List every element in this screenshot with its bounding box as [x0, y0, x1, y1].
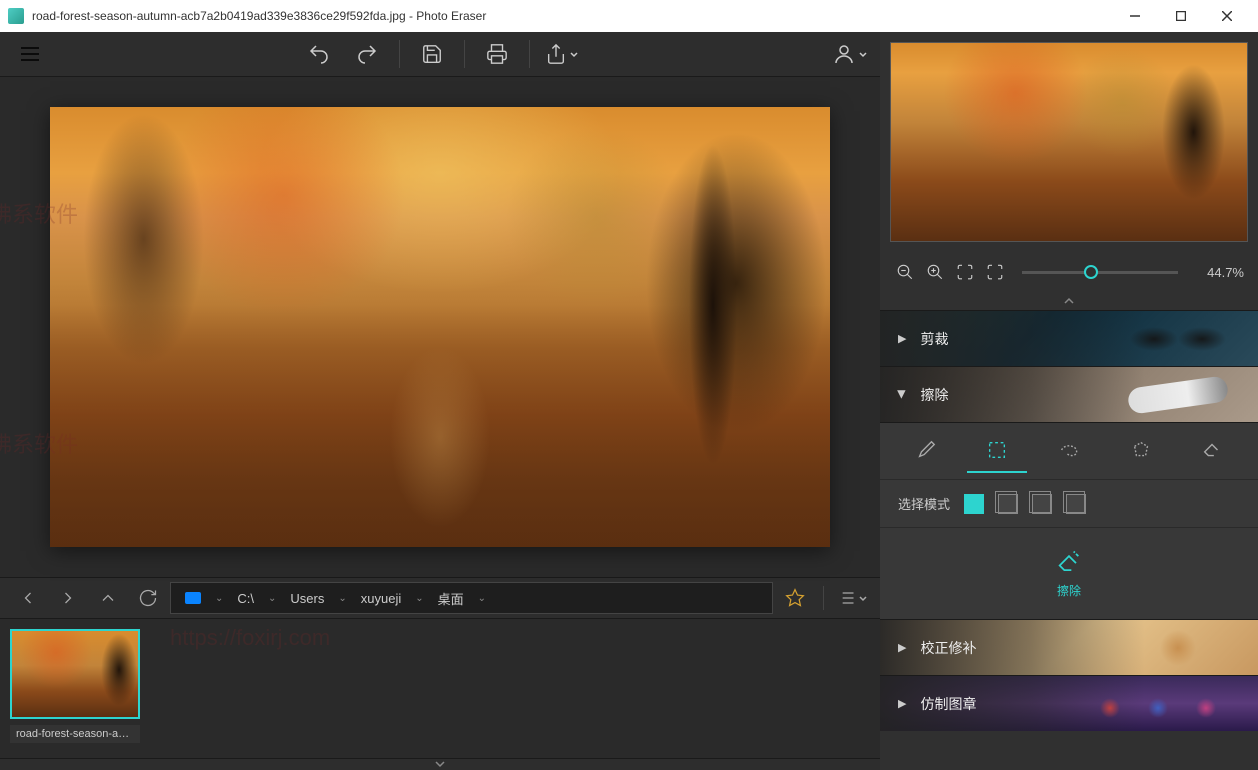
- thumbnail-image[interactable]: [10, 629, 140, 719]
- section-clone[interactable]: ▶ 仿制图章: [880, 675, 1258, 731]
- main-image[interactable]: [50, 107, 830, 547]
- back-button[interactable]: [10, 580, 46, 616]
- collapse-strip-button[interactable]: [0, 758, 880, 770]
- zoom-out-icon[interactable]: [894, 261, 916, 283]
- path-segment-user[interactable]: xuyueji: [353, 591, 409, 606]
- close-button[interactable]: [1204, 0, 1250, 32]
- mode-subtract-icon[interactable]: [1032, 494, 1052, 514]
- filename: road-forest-season-autumn-acb7a2b0419ad3…: [32, 9, 406, 23]
- chevron-right-icon: ▶: [898, 697, 906, 710]
- hamburger-menu-icon[interactable]: [8, 32, 52, 76]
- zoom-in-icon[interactable]: [924, 261, 946, 283]
- save-button[interactable]: [410, 32, 454, 76]
- redo-button[interactable]: [345, 32, 389, 76]
- app-icon: [8, 8, 24, 24]
- chevron-right-icon: ▶: [898, 641, 906, 654]
- path-segment-desktop[interactable]: 桌面: [430, 589, 472, 608]
- app-body: 佛系软件 佛系软件 ⌄ C:\ ⌄ Users ⌄ xuyueji ⌄ 桌面 ⌄: [0, 32, 1258, 770]
- monitor-icon: [185, 592, 201, 604]
- preview-image[interactable]: [890, 42, 1248, 242]
- path-segment-users[interactable]: Users: [282, 591, 332, 606]
- window-title: road-forest-season-autumn-acb7a2b0419ad3…: [32, 9, 1112, 23]
- erase-action-label: 擦除: [1057, 582, 1081, 599]
- up-button[interactable]: [90, 580, 126, 616]
- share-button[interactable]: [540, 32, 584, 76]
- mode-intersect-icon[interactable]: [1066, 494, 1086, 514]
- brush-tool-icon[interactable]: [896, 429, 956, 473]
- refresh-button[interactable]: [130, 580, 166, 616]
- forward-button[interactable]: [50, 580, 86, 616]
- erase-action-button[interactable]: 擦除: [880, 527, 1258, 619]
- mode-add-icon[interactable]: [998, 494, 1018, 514]
- chevron-right-icon: ▶: [898, 332, 906, 345]
- chevron-down-icon[interactable]: ⌄: [474, 593, 490, 604]
- fit-screen-icon[interactable]: [954, 261, 976, 283]
- section-label: 仿制图章: [920, 694, 976, 714]
- chevron-down-icon: ▶: [896, 390, 909, 398]
- actual-size-icon[interactable]: [984, 261, 1006, 283]
- account-button[interactable]: [828, 32, 872, 76]
- file-browser-bar: ⌄ C:\ ⌄ Users ⌄ xuyueji ⌄ 桌面 ⌄: [0, 577, 880, 619]
- erase-tool-panel: 选择模式 擦除: [880, 422, 1258, 619]
- thumbnail-item[interactable]: road-forest-season-autu...: [10, 629, 140, 743]
- left-area: 佛系软件 佛系软件 ⌄ C:\ ⌄ Users ⌄ xuyueji ⌄ 桌面 ⌄: [0, 32, 880, 770]
- section-label: 校正修补: [920, 638, 976, 658]
- path-segment-drive[interactable]: C:\: [229, 591, 262, 606]
- section-label: 剪裁: [920, 329, 948, 349]
- thumbnail-label: road-forest-season-autu...: [10, 725, 140, 743]
- thumbnail-strip: road-forest-season-autu... https://foxir…: [0, 619, 880, 757]
- eraser-tool-icon[interactable]: [1182, 429, 1242, 473]
- zoom-slider-handle[interactable]: [1084, 265, 1098, 279]
- mode-label: 选择模式: [898, 494, 950, 513]
- erase-action-icon: [1055, 548, 1083, 576]
- preview-box: [880, 32, 1258, 252]
- polygon-tool-icon[interactable]: [1111, 429, 1171, 473]
- section-label: 擦除: [920, 385, 948, 405]
- section-heal[interactable]: ▶ 校正修补: [880, 619, 1258, 675]
- chevron-down-icon[interactable]: ⌄: [334, 593, 350, 604]
- watermark-url: https://foxirj.com: [170, 625, 330, 651]
- path-bar[interactable]: ⌄ C:\ ⌄ Users ⌄ xuyueji ⌄ 桌面 ⌄: [170, 582, 773, 614]
- section-erase[interactable]: ▶ 擦除: [880, 366, 1258, 422]
- view-options-button[interactable]: [834, 580, 870, 616]
- zoom-slider[interactable]: [1022, 271, 1178, 274]
- window-titlebar: road-forest-season-autumn-acb7a2b0419ad3…: [0, 0, 1258, 32]
- chevron-down-icon[interactable]: ⌄: [211, 593, 227, 604]
- maximize-button[interactable]: [1158, 0, 1204, 32]
- undo-button[interactable]: [297, 32, 341, 76]
- section-crop[interactable]: ▶ 剪裁: [880, 310, 1258, 366]
- chevron-down-icon[interactable]: ⌄: [264, 593, 280, 604]
- canvas-area[interactable]: 佛系软件 佛系软件: [0, 77, 880, 577]
- lasso-tool-icon[interactable]: [1039, 429, 1099, 473]
- zoom-controls: 44.7%: [880, 252, 1258, 292]
- minimize-button[interactable]: [1112, 0, 1158, 32]
- main-toolbar: [0, 32, 880, 77]
- selection-mode-row: 选择模式: [880, 479, 1258, 527]
- app-name: Photo Eraser: [416, 9, 486, 23]
- marquee-tool-icon[interactable]: [967, 429, 1027, 473]
- zoom-value: 44.7%: [1194, 265, 1244, 280]
- chevron-down-icon[interactable]: ⌄: [411, 593, 427, 604]
- expand-chevron-icon[interactable]: [880, 292, 1258, 310]
- mode-new-icon[interactable]: [964, 494, 984, 514]
- right-panel: 44.7% ▶ 剪裁 ▶ 擦除 选择模式: [880, 32, 1258, 770]
- path-root-icon[interactable]: [177, 592, 209, 604]
- print-button[interactable]: [475, 32, 519, 76]
- favorite-button[interactable]: [777, 580, 813, 616]
